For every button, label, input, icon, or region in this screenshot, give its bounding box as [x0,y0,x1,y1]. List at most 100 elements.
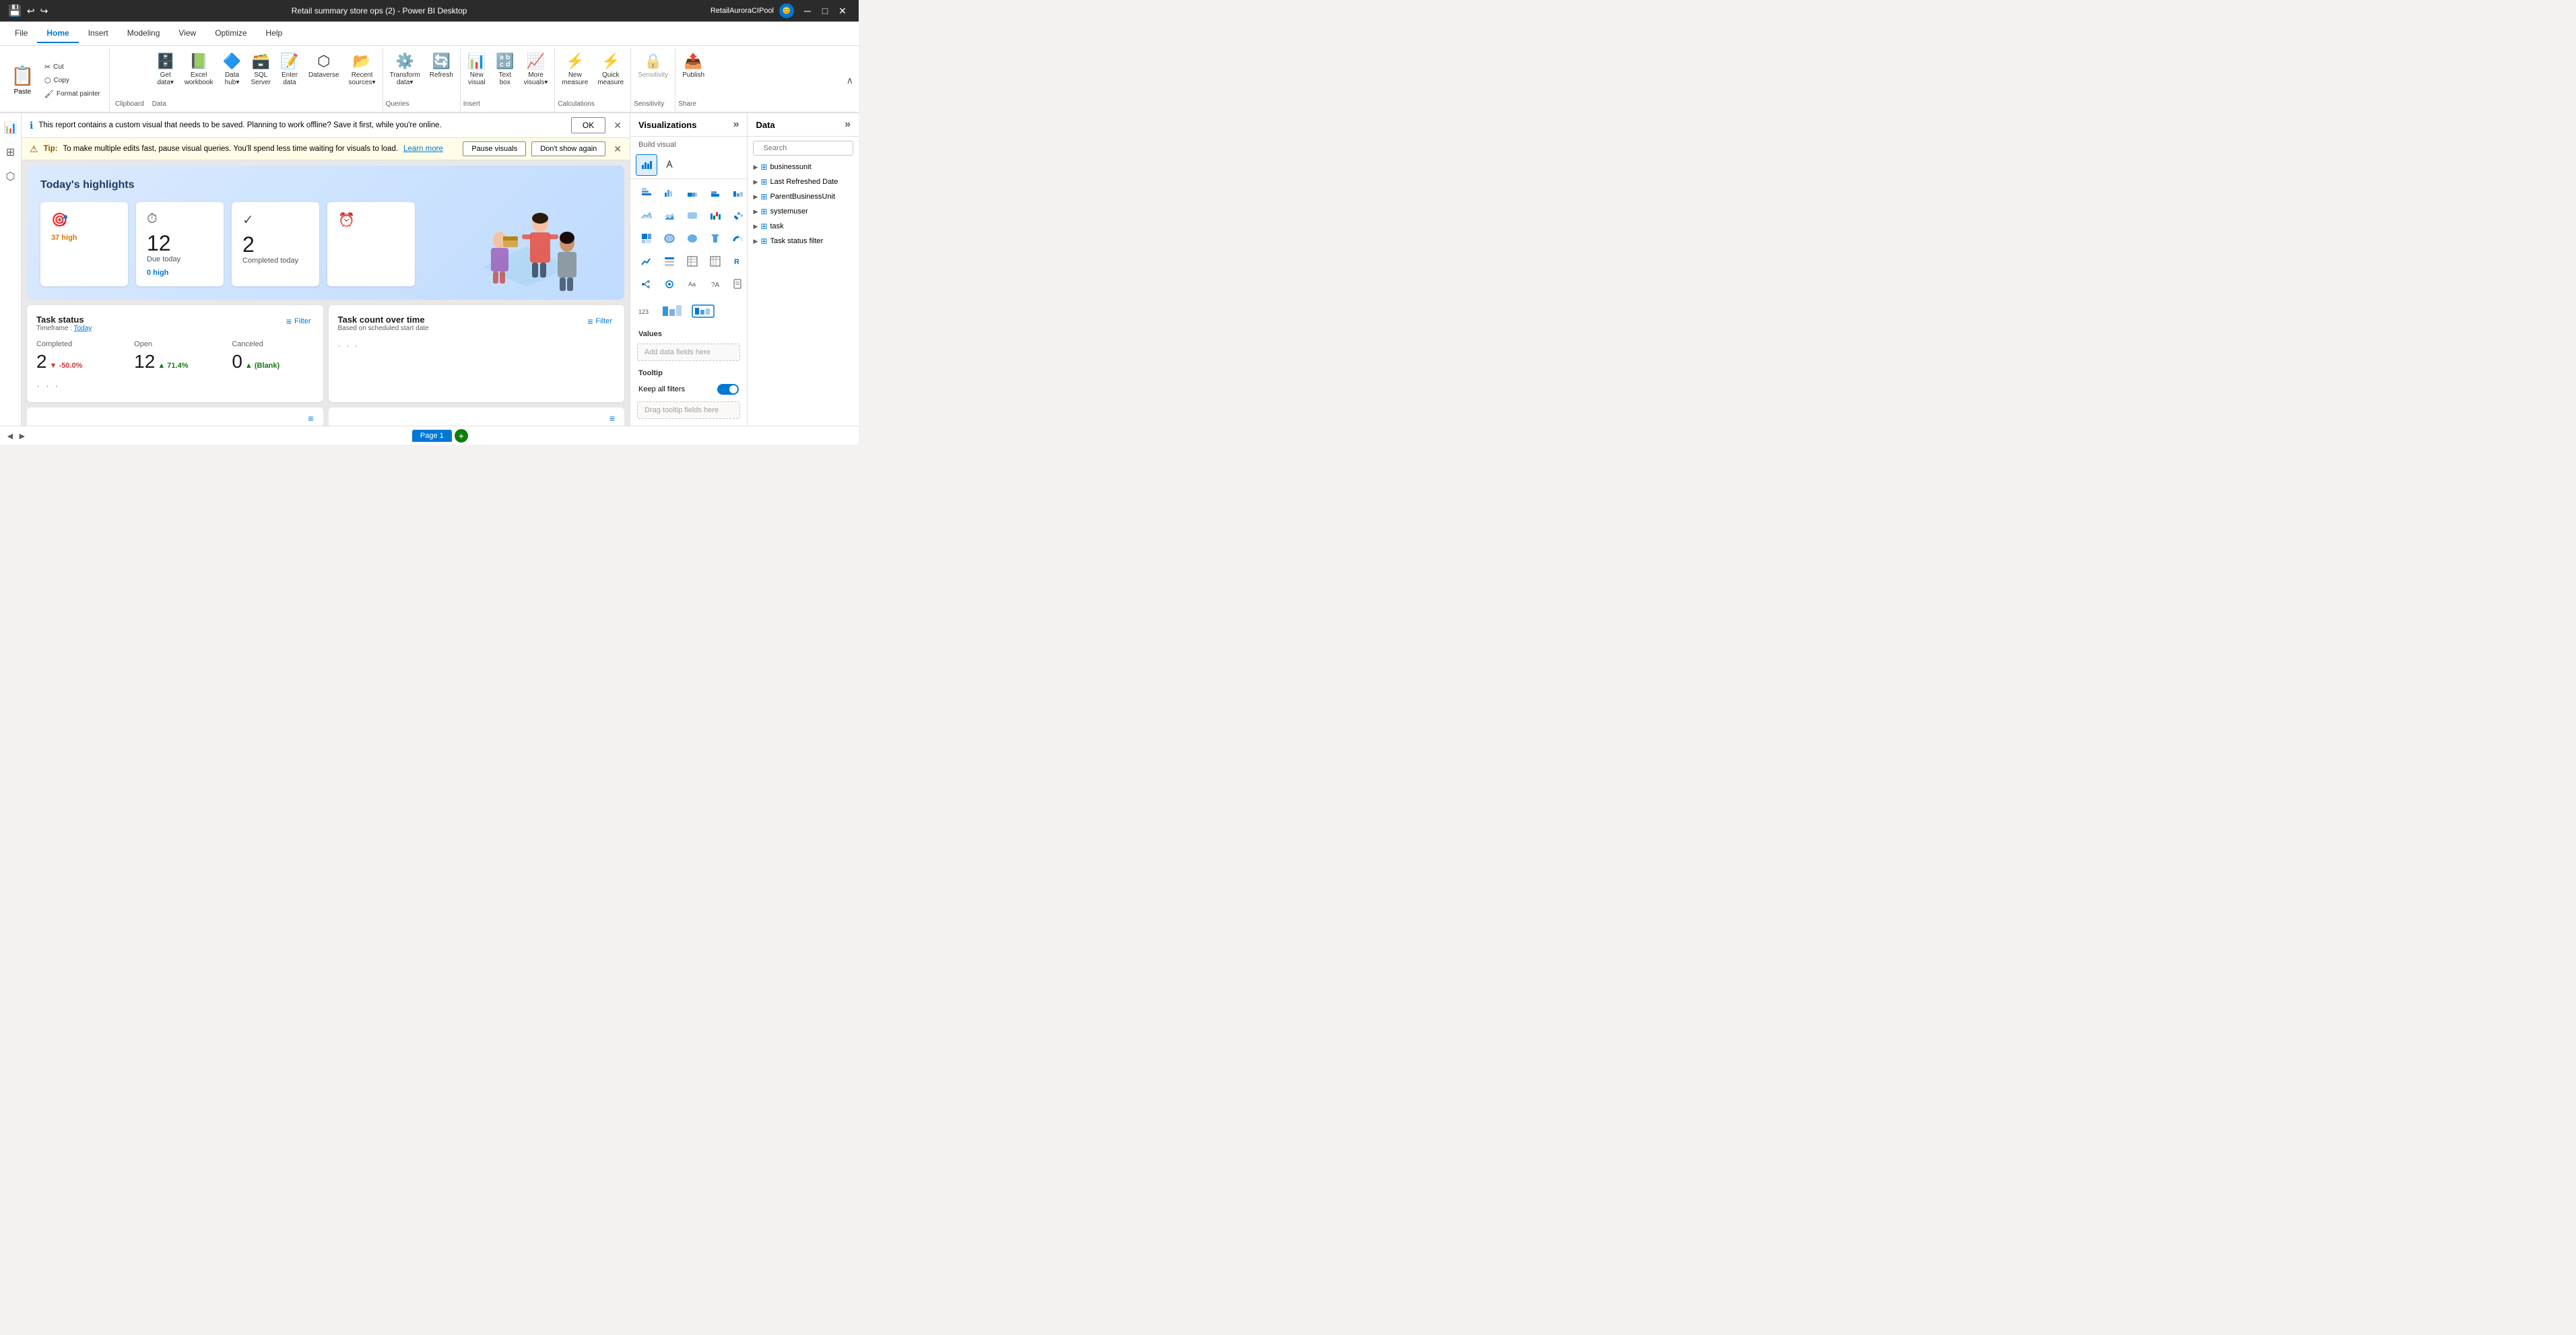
viz-filled-map[interactable] [682,228,703,249]
viz-matrix[interactable] [704,251,726,272]
sensitivity-button[interactable]: 🔒 Sensitivity [634,50,672,82]
tab-file[interactable]: File [5,24,37,43]
minimize-button[interactable]: ─ [799,3,816,19]
recent-sources-button[interactable]: 📂 Recentsources▾ [345,50,380,89]
viz-area[interactable] [636,205,657,226]
viz-numeric[interactable]: 123 [636,300,657,322]
notification-close-icon[interactable]: ✕ [614,120,622,131]
page-1-tab[interactable]: Page 1 [412,430,452,442]
enter-data-button[interactable]: 📝 Enterdata [276,50,303,89]
learn-more-link[interactable]: Learn more [403,145,443,153]
viz-table[interactable] [682,251,703,272]
model-view-button[interactable]: ⬡ [1,167,20,186]
viz-scatter[interactable] [727,205,748,226]
data-search-input[interactable] [763,144,859,152]
viz-gauge[interactable] [727,228,748,249]
data-item-task[interactable]: ▶ ⊞ task [748,219,859,234]
copy-button[interactable]: ⬡ Copy [41,74,104,87]
build-visual-format-icon[interactable] [660,154,682,176]
add-data-fields-box[interactable]: Add data fields here [637,344,740,361]
viz-paginated[interactable] [727,273,748,295]
data-item-lastrefreshed[interactable]: ▶ ⊞ Last Refreshed Date [748,174,859,189]
dataverse-button[interactable]: ⬡ Dataverse [304,50,343,82]
sql-server-button[interactable]: 🗃️ SQLServer [247,50,275,89]
data-item-systemuser[interactable]: ▶ ⊞ systemuser [748,204,859,219]
copy-icon: ⬡ [44,76,51,85]
viz-clustered-bar[interactable] [659,182,680,203]
viz-100-bar[interactable] [682,182,703,203]
tab-home[interactable]: Home [37,24,78,43]
nav-right-button[interactable]: ► [18,430,27,441]
quick-measure-button[interactable]: ⚡ Quickmeasure [593,50,628,89]
nav-left-button[interactable]: ◄ [5,430,15,441]
viz-stacked-area[interactable] [659,205,680,226]
undo-icon[interactable]: ↩ [27,5,35,17]
paste-button[interactable]: 📋 Paste [5,50,40,110]
ribbon-expand[interactable]: ∧ [847,48,859,112]
viz-clustered-col[interactable] [727,182,748,203]
more-visuals-button[interactable]: 📈 Morevisuals▾ [520,50,552,89]
viz-ribbon[interactable] [682,205,703,226]
viz-key-influencers[interactable] [659,273,680,295]
new-visual-button[interactable]: 📊 Newvisual [463,50,490,89]
tab-modeling[interactable]: Modeling [118,24,170,43]
excel-workbook-button[interactable]: 📗 Excelworkbook [180,50,218,89]
transform-data-button[interactable]: ⚙️ Transformdata▾ [386,50,424,89]
keep-all-filters-toggle[interactable] [717,384,739,395]
redo-icon[interactable]: ↪ [40,5,48,17]
viz-treemap[interactable] [636,228,657,249]
refresh-button[interactable]: 🔄 Refresh [426,50,457,82]
data-hub-button[interactable]: 🔷 Datahub▾ [219,50,246,89]
report-view-button[interactable]: 📊 [1,119,20,137]
viz-kpi[interactable] [636,251,657,272]
tab-view[interactable]: View [169,24,205,43]
keep-all-filters-label: Keep all filters [638,385,685,393]
viz-funnel[interactable] [704,228,726,249]
format-painter-button[interactable]: 🖌 Format painter [41,88,104,100]
queries-group: ⚙️ Transformdata▾ 🔄 Refresh Queries [383,48,461,112]
tip-close-icon[interactable]: ✕ [614,143,622,155]
tab-insert[interactable]: Insert [79,24,118,43]
viz-panel-expand[interactable]: » [733,119,739,131]
viz-waterfall[interactable] [704,205,726,226]
publish-button[interactable]: 📤 Publish [678,50,708,82]
viz-custom-1[interactable] [660,300,687,322]
data-item-label: Task status filter [770,237,823,245]
viz-r-visual[interactable]: R [727,251,748,272]
viz-custom-2[interactable] [690,300,717,322]
data-search-box[interactable] [753,141,853,156]
viz-qna[interactable]: ?A [704,273,726,295]
get-data-button[interactable]: 🗄️ Getdata▾ [152,50,179,89]
dont-show-again-button[interactable]: Don't show again [531,141,605,156]
new-measure-button[interactable]: ⚡ Newmeasure [558,50,592,89]
viz-smart-narrative[interactable]: Aa [682,273,703,295]
task-count-filter-button[interactable]: ≡ Filter [585,315,615,328]
viz-stacked-col[interactable] [704,182,726,203]
close-button[interactable]: ✕ [834,3,851,19]
task-status-filter-button[interactable]: ≡ Filter [284,315,314,328]
save-icon[interactable]: 💾 [8,4,22,18]
pause-visuals-button[interactable]: Pause visuals [463,141,526,156]
data-panel-expand[interactable]: » [845,119,851,131]
data-item-taskstatus[interactable]: ▶ ⊞ Task status filter [748,234,859,249]
viz-slicer[interactable] [659,251,680,272]
report-canvas[interactable]: Today's highlights 🎯 37 high ⏱ 12 Due to… [22,160,630,426]
viz-map[interactable] [659,228,680,249]
viz-stacked-bar[interactable] [636,182,657,203]
data-item-businessunit[interactable]: ▶ ⊞ businessunit [748,160,859,174]
table-view-button[interactable]: ⊞ [1,143,20,162]
tab-help[interactable]: Help [257,24,292,43]
tab-optimize[interactable]: Optimize [205,24,256,43]
user-avatar[interactable]: 😊 [779,3,794,18]
build-visual-bar-icon[interactable] [636,154,657,176]
viz-decomp-tree[interactable] [636,273,657,295]
add-page-button[interactable]: + [455,429,468,443]
data-item-parentbusiness[interactable]: ▶ ⊞ ParentBusinessUnit [748,189,859,204]
cut-button[interactable]: ✂ Cut [41,61,104,73]
drag-tooltip-fields-box[interactable]: Drag tooltip fields here [637,401,740,419]
card-2-label: Completed today [242,257,308,265]
maximize-button[interactable]: □ [817,3,833,19]
ok-button[interactable]: OK [571,117,605,133]
window-controls: ─ □ ✕ [799,3,851,19]
text-box-button[interactable]: 🔡 Textbox [492,50,519,89]
